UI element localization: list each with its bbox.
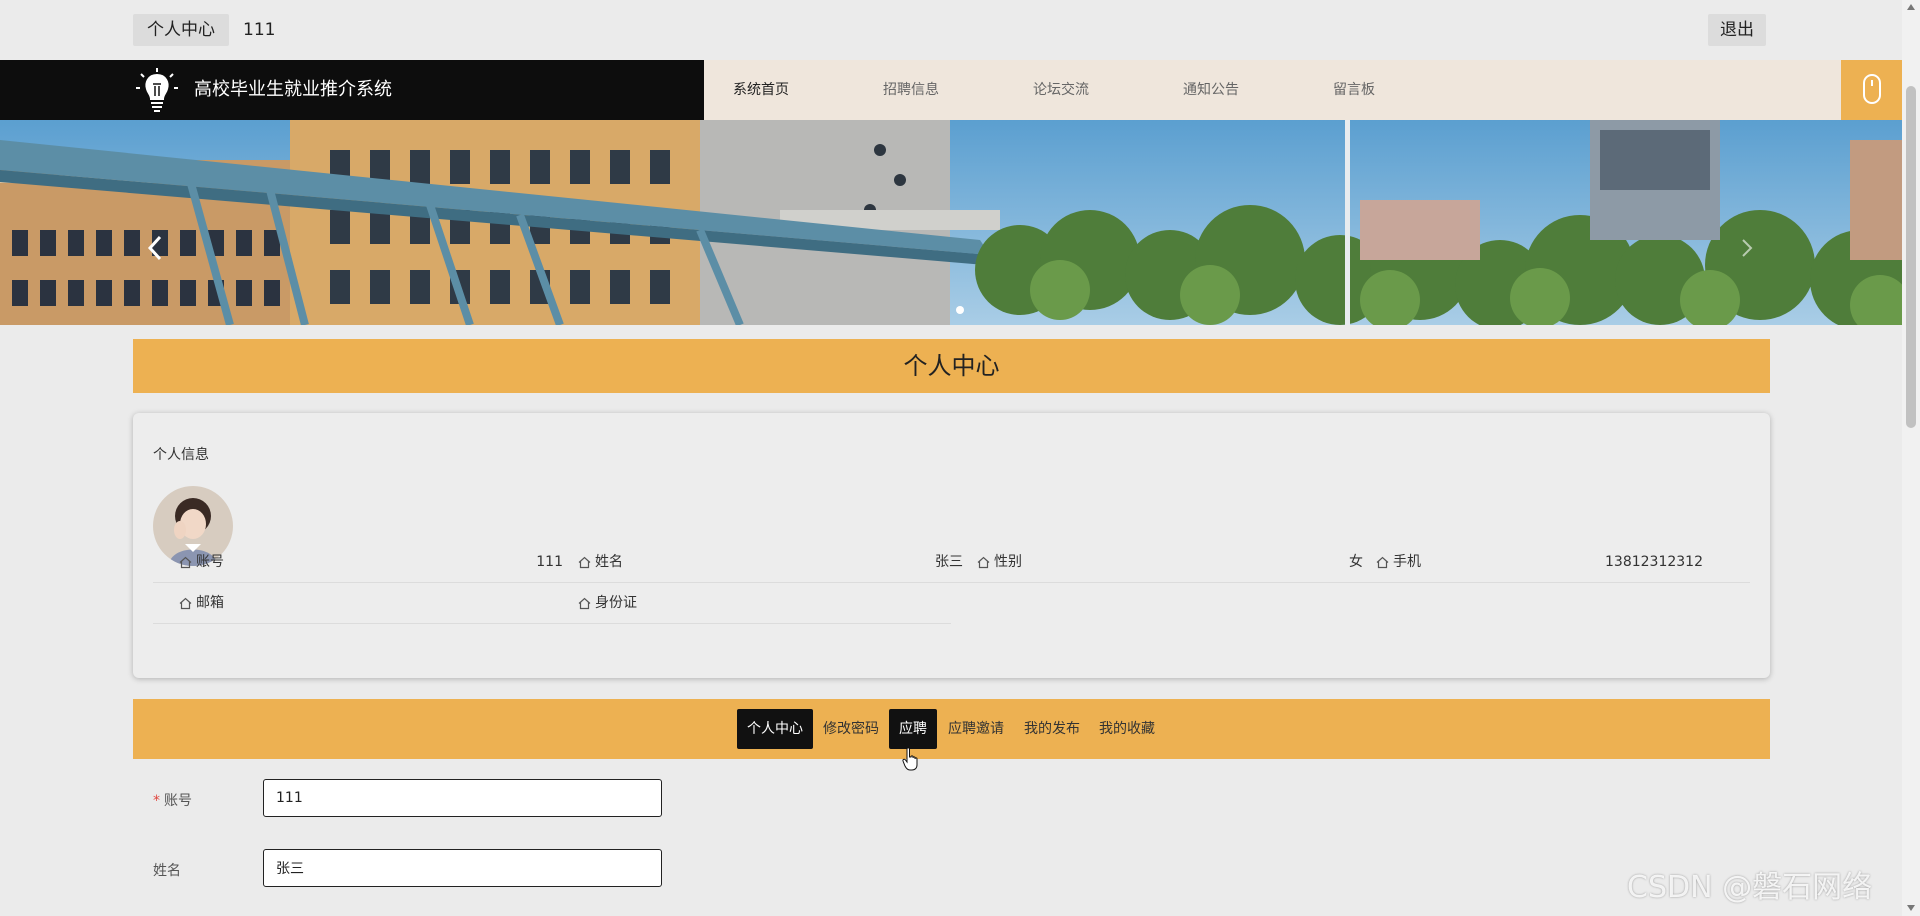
profile-card: 个人信息 账号 111 姓名 张三 性别 女 手机 13812312312 邮箱…: [133, 413, 1770, 678]
nav-item-forum[interactable]: 论坛交流: [1033, 60, 1089, 120]
nav-item-notices[interactable]: 通知公告: [1183, 60, 1239, 120]
home-icon: [578, 597, 591, 609]
field-label: 身份证: [595, 595, 637, 611]
home-icon: [179, 597, 192, 609]
carousel-prev-icon[interactable]: [146, 234, 164, 262]
field-value: 111: [536, 554, 563, 570]
lightbulb-logo-icon: [136, 68, 178, 112]
home-icon: [578, 556, 591, 568]
tab-apply[interactable]: 应聘: [889, 709, 937, 749]
hand-cursor-icon: [902, 747, 918, 771]
name-label: 姓名: [153, 863, 181, 879]
tab-my-favorites[interactable]: 我的收藏: [1099, 709, 1155, 749]
home-icon: [179, 556, 192, 568]
watermark: CSDN @磐石网络: [1627, 870, 1873, 905]
top-bar: 个人中心 111 退出: [0, 0, 1902, 60]
carousel-next-icon[interactable]: [1740, 238, 1754, 258]
tab-change-password[interactable]: 修改密码: [823, 709, 879, 749]
profile-tabs: 个人中心 修改密码 应聘 应聘邀请 我的发布 我的收藏: [133, 699, 1770, 759]
nav-item-jobs[interactable]: 招聘信息: [883, 60, 939, 120]
nav-item-messages[interactable]: 留言板: [1333, 60, 1375, 120]
mouse-icon: [1863, 74, 1881, 104]
field-value: 张三: [935, 554, 963, 570]
tab-my-posts[interactable]: 我的发布: [1024, 709, 1080, 749]
tab-personal-center[interactable]: 个人中心: [737, 709, 813, 749]
main-nav: 高校毕业生就业推介系统 系统首页 招聘信息 论坛交流 通知公告 留言板: [0, 60, 1902, 120]
page-title: 个人中心: [133, 339, 1770, 393]
nav-item-home[interactable]: 系统首页: [733, 60, 789, 120]
logout-button[interactable]: 退出: [1708, 14, 1766, 46]
banner-image: [0, 120, 1902, 325]
brand: 高校毕业生就业推介系统: [0, 60, 704, 120]
card-title: 个人信息: [153, 447, 209, 463]
mouse-button[interactable]: [1841, 60, 1902, 120]
field-id-card: 身份证: [578, 583, 637, 623]
field-gender: 性别: [977, 542, 1022, 582]
scroll-down-arrow-icon[interactable]: [1907, 905, 1915, 911]
scroll-thumb[interactable]: [1906, 86, 1916, 428]
account-input[interactable]: [263, 779, 662, 817]
scroll-up-arrow-icon[interactable]: [1907, 4, 1915, 10]
personal-center-button[interactable]: 个人中心: [133, 14, 229, 46]
field-label: 性别: [994, 554, 1022, 570]
site-title: 高校毕业生就业推介系统: [194, 79, 392, 100]
field-phone: 手机: [1376, 542, 1421, 582]
account-label: * 账号: [153, 793, 192, 809]
tab-invitations[interactable]: 应聘邀请: [948, 709, 1004, 749]
field-value: 13812312312: [1605, 554, 1703, 570]
field-account: 账号: [179, 542, 224, 582]
name-input[interactable]: [263, 849, 662, 887]
field-label: 邮箱: [196, 595, 224, 611]
home-icon: [977, 556, 990, 568]
banner-carousel[interactable]: [0, 120, 1902, 325]
profile-row-2: 邮箱 身份证: [153, 583, 951, 624]
field-label: 姓名: [595, 554, 623, 570]
profile-row-1: 账号 111 姓名 张三 性别 女 手机 13812312312: [153, 542, 1750, 583]
field-label: 账号: [196, 554, 224, 570]
field-email: 邮箱: [179, 583, 224, 623]
field-label: 手机: [1393, 554, 1421, 570]
username-label: 111: [243, 20, 276, 40]
field-name: 姓名: [578, 542, 623, 582]
scrollbar[interactable]: [1902, 0, 1920, 916]
field-value: 女: [1349, 554, 1363, 570]
home-icon: [1376, 556, 1389, 568]
